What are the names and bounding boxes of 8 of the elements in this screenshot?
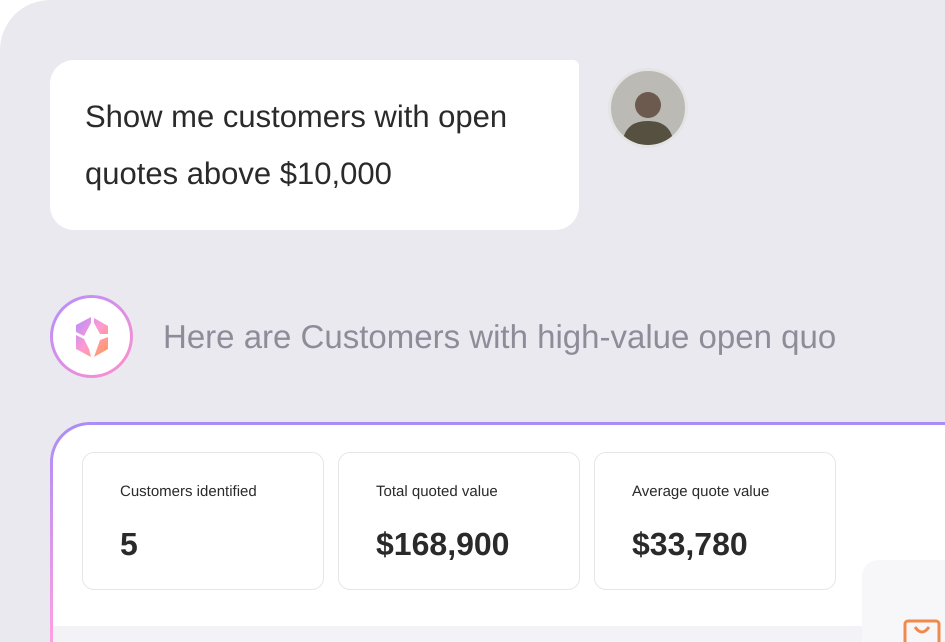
stat-value: 5: [120, 524, 139, 564]
stat-label: Total quoted value: [376, 482, 499, 502]
stat-label: Customers identified: [120, 482, 258, 502]
stat-label: Average quote value: [632, 482, 770, 502]
stat-value: $168,900: [376, 524, 510, 564]
user-message-text: Show me customers with open quotes above $10,000: [85, 98, 508, 193]
stat-value: $33,780: [632, 524, 749, 564]
assistant-message-text: Here are Customers with high-value open quo: [163, 316, 836, 357]
